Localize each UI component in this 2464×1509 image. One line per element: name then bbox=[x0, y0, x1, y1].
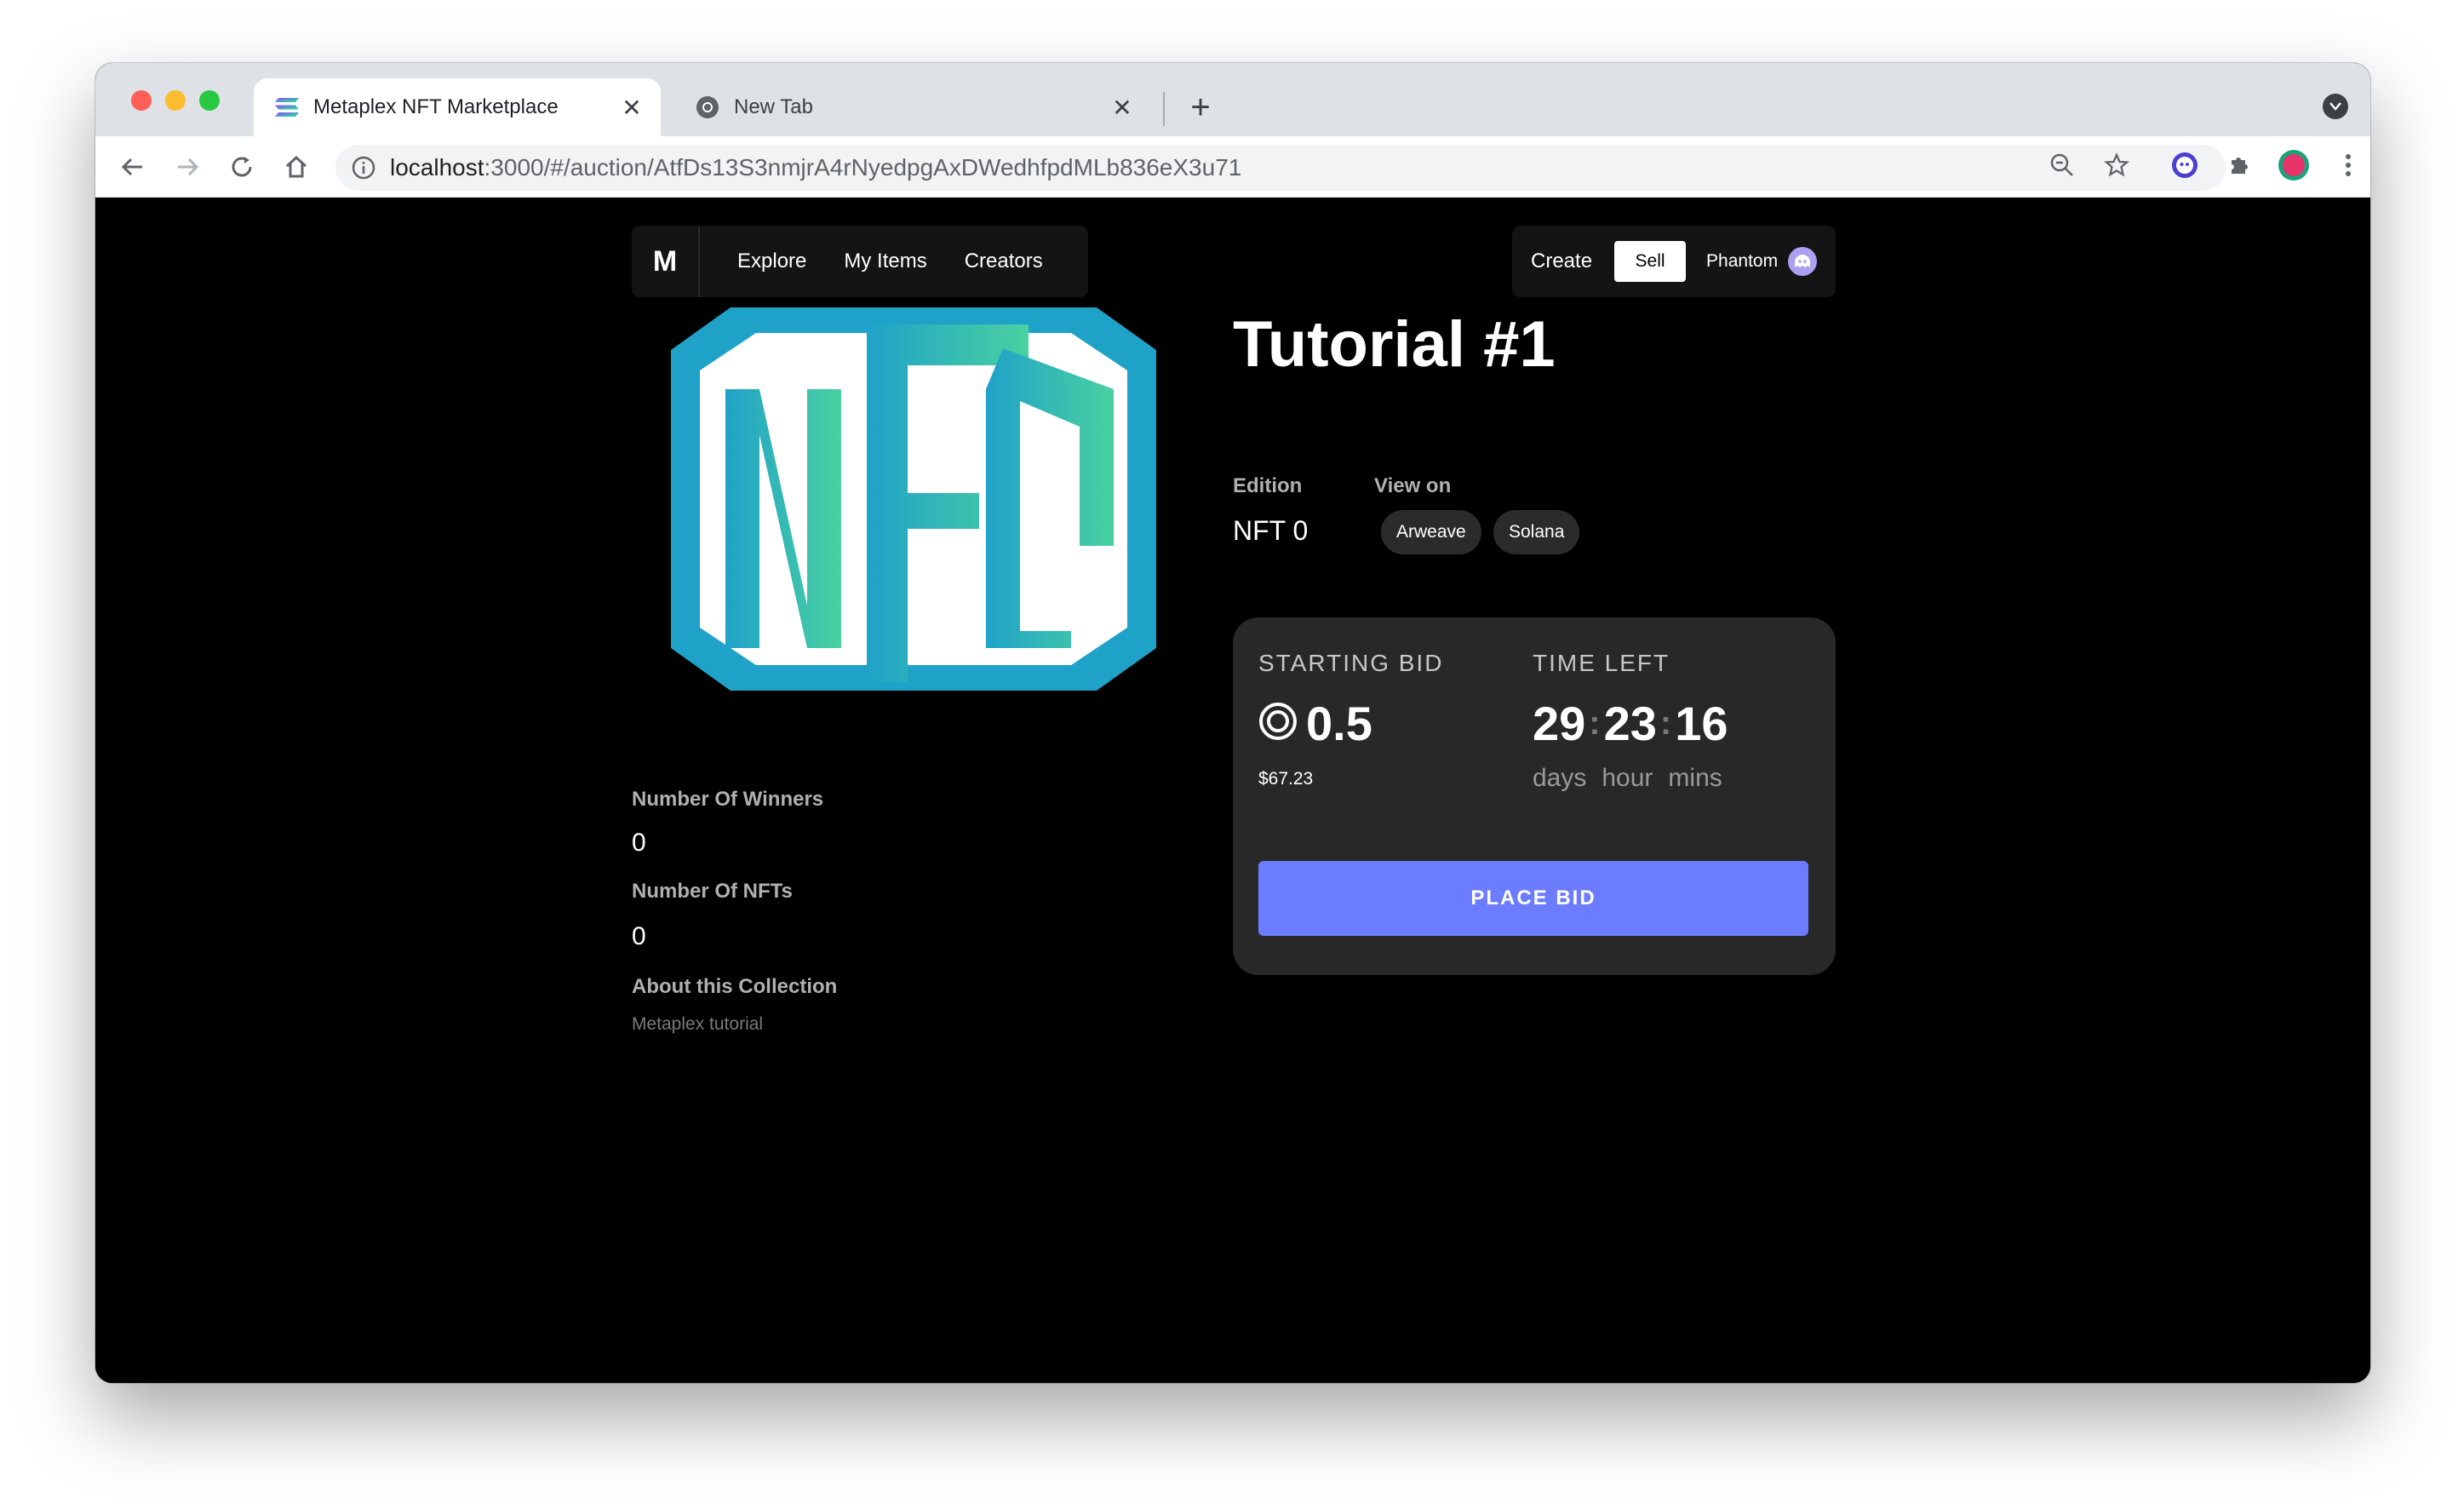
tab-title: New Tab bbox=[734, 95, 813, 118]
zoom-icon[interactable] bbox=[2045, 148, 2079, 182]
about-label: About this Collection bbox=[632, 975, 838, 998]
bid-amount: 0.5 bbox=[1306, 697, 1372, 750]
tab-strip: Metaplex NFT Marketplace ✕ New Tab ✕ + bbox=[95, 63, 2370, 136]
tab-new-tab[interactable]: New Tab ✕ bbox=[674, 78, 1151, 136]
solana-link[interactable]: Solana bbox=[1493, 510, 1580, 554]
nft-artwork bbox=[671, 307, 1156, 691]
view-on-label: View on bbox=[1374, 474, 1452, 497]
address-bar[interactable]: localhost:3000/#/auction/AtfDs13S3nmjrA4… bbox=[335, 145, 2226, 191]
bid-usd-value: $67.23 bbox=[1258, 769, 1314, 789]
url-text: localhost:3000/#/auction/AtfDs13S3nmjrA4… bbox=[390, 154, 1242, 181]
solana-favicon-icon bbox=[274, 95, 300, 120]
timer-units: days hour mins bbox=[1533, 764, 1738, 793]
metaplex-logo[interactable]: M bbox=[632, 226, 700, 297]
timer-separator: : bbox=[1659, 704, 1672, 742]
reload-icon[interactable] bbox=[225, 150, 259, 184]
timer-hours: 23 bbox=[1603, 697, 1657, 750]
nav-creators[interactable]: Creators bbox=[965, 250, 1043, 273]
tab-metaplex[interactable]: Metaplex NFT Marketplace ✕ bbox=[254, 78, 661, 136]
browser-menu-icon[interactable] bbox=[2331, 148, 2365, 182]
nav-explore[interactable]: Explore bbox=[737, 250, 806, 273]
about-text: Metaplex tutorial bbox=[632, 1014, 764, 1034]
new-tab-button[interactable]: + bbox=[1182, 90, 1219, 128]
unit-days: days bbox=[1533, 764, 1587, 792]
unit-hours: hour bbox=[1602, 764, 1653, 792]
arweave-link[interactable]: Arweave bbox=[1381, 510, 1481, 554]
phantom-ghost-icon[interactable] bbox=[1788, 247, 1818, 276]
forward-arrow-icon[interactable] bbox=[170, 150, 204, 184]
timer-mins: 16 bbox=[1675, 697, 1728, 750]
place-bid-button[interactable]: PLACE BID bbox=[1258, 861, 1808, 936]
sol-coin-icon bbox=[1258, 702, 1298, 745]
timer-days: 29 bbox=[1533, 697, 1586, 750]
main-nav: M Explore My Items Creators bbox=[632, 226, 1088, 297]
browser-toolbar: localhost:3000/#/auction/AtfDs13S3nmjrA4… bbox=[95, 136, 2370, 198]
extensions-puzzle-icon[interactable] bbox=[2222, 148, 2256, 182]
nfts-value: 0 bbox=[632, 922, 646, 950]
countdown-timer: 29 : 23 : 16 bbox=[1533, 696, 1728, 751]
tab-title: Metaplex NFT Marketplace bbox=[313, 95, 559, 118]
unit-mins: mins bbox=[1668, 764, 1722, 792]
edition-value: NFT 0 bbox=[1233, 515, 1309, 546]
winners-label: Number Of Winners bbox=[632, 788, 824, 811]
home-icon[interactable] bbox=[279, 150, 313, 184]
starting-bid-label: STARTING BID bbox=[1258, 650, 1444, 676]
nfts-label: Number Of NFTs bbox=[632, 880, 793, 903]
timer-separator: : bbox=[1589, 704, 1601, 742]
bid-value: 0.5 bbox=[1258, 696, 1372, 751]
tab-close-icon[interactable]: ✕ bbox=[615, 90, 649, 124]
auction-card: STARTING BID TIME LEFT 0.5 $67.23 29 : 2… bbox=[1233, 617, 1836, 975]
chrome-favicon-icon bbox=[695, 95, 720, 120]
bookmark-star-icon[interactable] bbox=[2100, 148, 2134, 182]
browser-window: Metaplex NFT Marketplace ✕ New Tab ✕ + l… bbox=[95, 63, 2370, 1383]
action-nav: Create Sell Phantom bbox=[1512, 226, 1836, 297]
nft-title: Tutorial #1 bbox=[1233, 308, 1556, 381]
phantom-extension-icon[interactable] bbox=[2168, 148, 2202, 182]
minimize-window-button[interactable] bbox=[165, 90, 186, 111]
tab-search-icon[interactable] bbox=[2323, 94, 2348, 119]
close-window-button[interactable] bbox=[131, 90, 152, 111]
create-button[interactable]: Create bbox=[1531, 250, 1592, 273]
page-content: M Explore My Items Creators Create Sell … bbox=[95, 198, 2370, 1383]
tab-close-icon[interactable]: ✕ bbox=[1105, 90, 1139, 124]
nav-my-items[interactable]: My Items bbox=[844, 250, 926, 273]
tab-separator bbox=[1163, 92, 1165, 126]
maximize-window-button[interactable] bbox=[199, 90, 220, 111]
site-info-icon[interactable] bbox=[351, 155, 376, 181]
edition-label: Edition bbox=[1233, 474, 1303, 497]
wallet-button[interactable]: Phantom bbox=[1706, 251, 1778, 272]
time-left-label: TIME LEFT bbox=[1533, 650, 1670, 676]
sell-button[interactable]: Sell bbox=[1614, 241, 1687, 282]
back-arrow-icon[interactable] bbox=[116, 150, 150, 184]
winners-value: 0 bbox=[632, 829, 646, 857]
profile-avatar-icon[interactable] bbox=[2277, 148, 2311, 182]
